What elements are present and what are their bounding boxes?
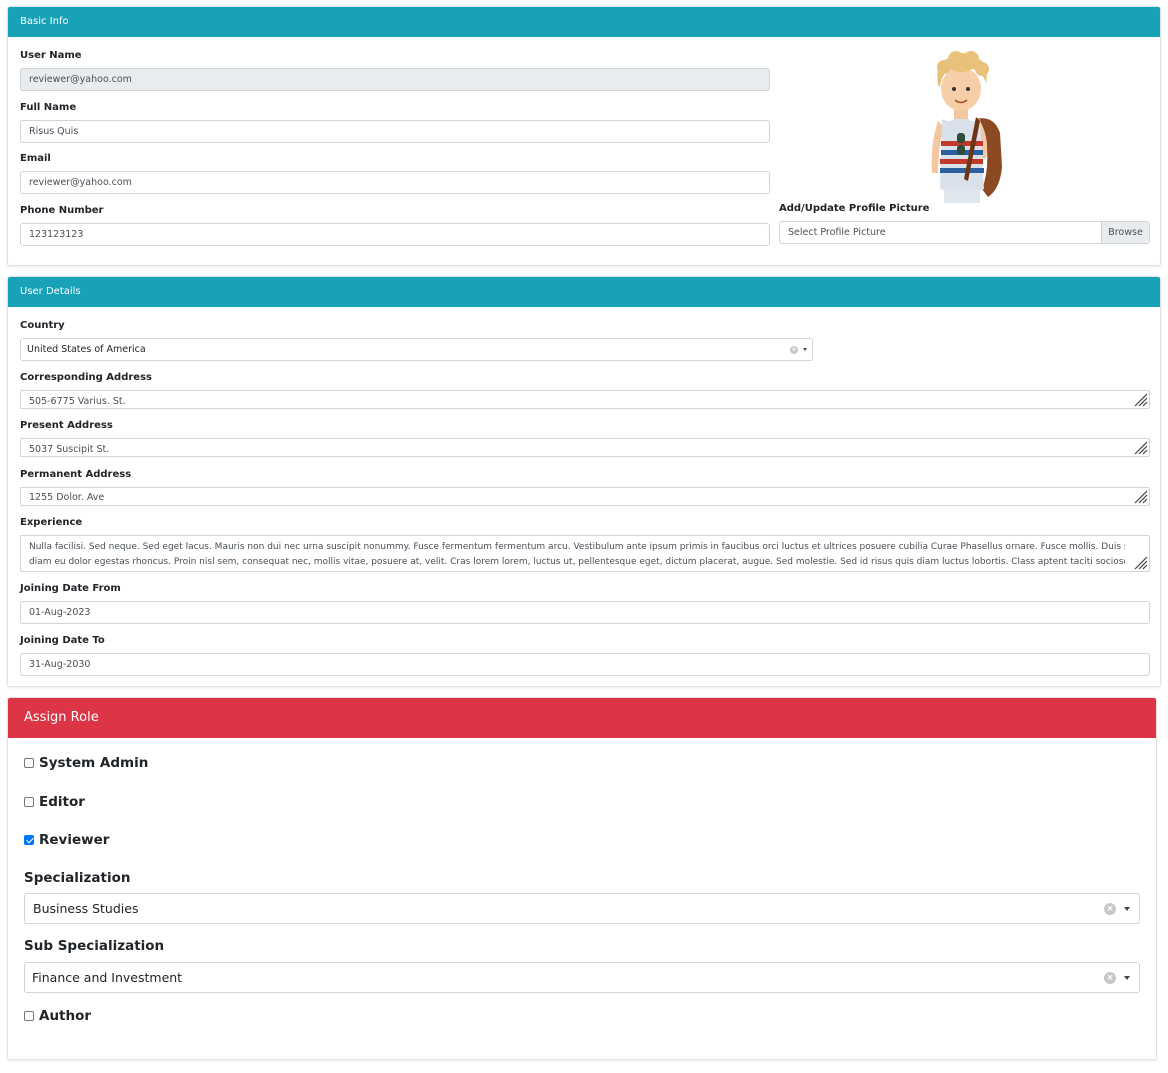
specialization-clear-icon[interactable]: × [1104, 903, 1116, 915]
role-author[interactable]: Author [24, 1008, 91, 1024]
author-checkbox[interactable] [24, 1011, 34, 1021]
sub-specialization-select[interactable]: Finance and Investment × [24, 962, 1140, 993]
phone-label: Phone Number [20, 205, 104, 216]
present-address-label: Present Address [20, 420, 113, 431]
browse-button[interactable]: Browse [1101, 222, 1149, 243]
assign-role-header: Assign Role [8, 698, 1156, 738]
system-admin-checkbox[interactable] [24, 758, 34, 768]
permanent-address-label: Permanent Address [20, 469, 132, 480]
sub-specialization-value: Finance and Investment [32, 970, 183, 985]
user-details-header: User Details [8, 277, 1160, 307]
joining-date-to-field[interactable]: 31-Aug-2030 [20, 653, 1150, 676]
specialization-chevron-down-icon[interactable] [1124, 907, 1130, 911]
permanent-address-textarea[interactable]: 1255 Dolor. Ave [20, 487, 1150, 506]
fullname-label: Full Name [20, 102, 77, 113]
basic-info-header: Basic Info [8, 7, 1160, 37]
country-chevron-down-icon[interactable] [803, 348, 807, 351]
reviewer-checkbox[interactable] [24, 835, 34, 845]
profile-picture-label: Add/Update Profile Picture [779, 203, 930, 214]
corresponding-address-label: Corresponding Address [20, 372, 152, 383]
experience-textarea[interactable]: Nulla facilisi. Sed neque. Sed eget lacu… [20, 535, 1150, 572]
username-label: User Name [20, 50, 82, 61]
corresponding-address-textarea[interactable]: 505-6775 Varius. St. [20, 390, 1150, 409]
joining-date-from-label: Joining Date From [20, 583, 121, 594]
country-value: United States of America [27, 344, 146, 355]
avatar [916, 49, 1012, 203]
joining-date-to-label: Joining Date To [20, 635, 105, 646]
resize-grip-icon[interactable] [1132, 488, 1148, 504]
resize-grip-icon[interactable] [1132, 391, 1148, 407]
specialization-label: Specialization [24, 870, 131, 886]
fullname-field[interactable]: Risus Quis [20, 120, 770, 143]
user-details-card: User Details Country United States of Am… [7, 276, 1161, 687]
role-system-admin[interactable]: System Admin [24, 755, 148, 771]
country-clear-icon[interactable]: × [790, 346, 798, 354]
country-select[interactable]: United States of America × [20, 338, 813, 361]
username-field[interactable]: reviewer@yahoo.com [20, 68, 770, 91]
phone-field[interactable]: 123123123 [20, 223, 770, 246]
avatar-cartoon-boy-icon [931, 51, 1002, 203]
author-label: Author [39, 1008, 92, 1024]
permanent-address-text: 1255 Dolor. Ave [29, 492, 105, 503]
email-label: Email [20, 153, 51, 164]
system-admin-label: System Admin [39, 755, 149, 771]
present-address-text: 5037 Suscipit St. [29, 444, 110, 455]
sub-specialization-clear-icon[interactable]: × [1104, 972, 1116, 984]
specialization-select[interactable]: Business Studies × [24, 893, 1140, 924]
experience-label: Experience [20, 517, 83, 528]
reviewer-label: Reviewer [39, 832, 110, 848]
specialization-value: Business Studies [33, 901, 139, 916]
experience-line-2: diam eu dolor egestas rhoncus. Proin nis… [29, 557, 1125, 567]
present-address-textarea[interactable]: 5037 Suscipit St. [20, 438, 1150, 457]
experience-line-1: Nulla facilisi. Sed neque. Sed eget lacu… [29, 542, 1125, 552]
email-field[interactable]: reviewer@yahoo.com [20, 171, 770, 194]
sub-specialization-chevron-down-icon[interactable] [1124, 976, 1130, 980]
resize-grip-icon[interactable] [1132, 554, 1148, 570]
sub-specialization-label: Sub Specialization [24, 938, 165, 954]
joining-date-from-field[interactable]: 01-Aug-2023 [20, 601, 1150, 624]
profile-picture-input[interactable]: Select Profile Picture Browse [779, 221, 1150, 244]
basic-info-card: Basic Info User Name reviewer@yahoo.com … [7, 6, 1161, 266]
profile-picture-placeholder: Select Profile Picture [788, 227, 886, 238]
editor-label: Editor [39, 794, 85, 810]
role-editor[interactable]: Editor [24, 794, 85, 810]
corresponding-address-text: 505-6775 Varius. St. [29, 396, 126, 407]
role-reviewer[interactable]: Reviewer [24, 832, 109, 848]
editor-checkbox[interactable] [24, 797, 34, 807]
resize-grip-icon[interactable] [1132, 439, 1148, 455]
country-label: Country [20, 320, 65, 331]
assign-role-card: Assign Role [7, 697, 1157, 1060]
